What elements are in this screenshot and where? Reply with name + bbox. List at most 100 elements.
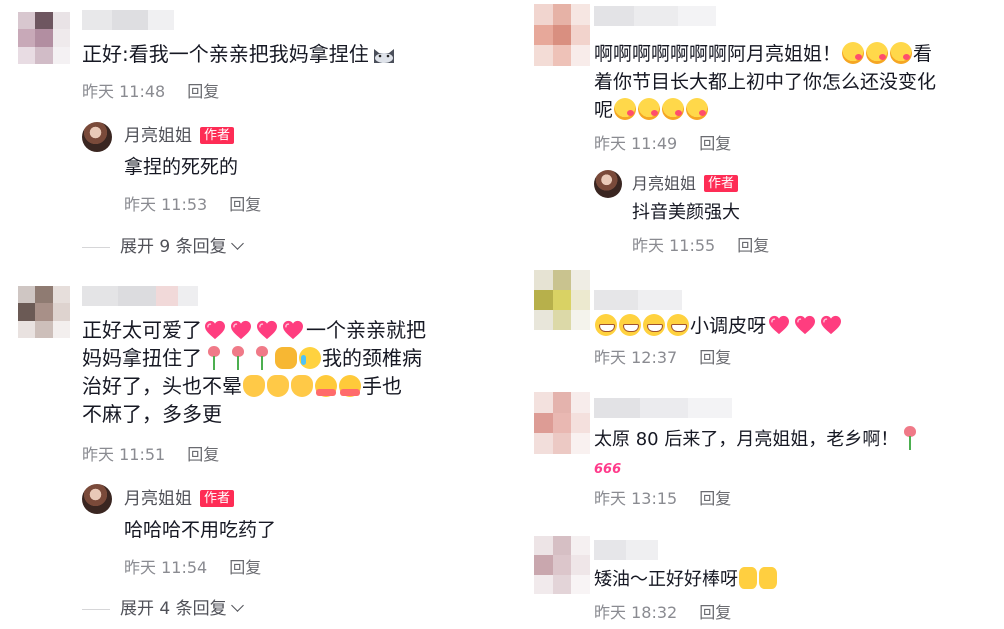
author-name[interactable]: 月亮姐姐 作者: [124, 488, 235, 510]
666-emoji-icon: 666: [594, 462, 622, 477]
timestamp: 昨天 12:37: [594, 348, 678, 367]
author-badge: 作者: [200, 127, 235, 144]
cat-emoji-icon: [373, 49, 394, 63]
divider: [82, 608, 110, 610]
laugh-emoji-icon: [339, 375, 361, 397]
expand-replies-button[interactable]: 展开 4 条回复: [82, 598, 244, 620]
reply-button[interactable]: 回复: [699, 603, 731, 622]
avatar[interactable]: [534, 392, 590, 454]
comment-text: 正好:看我一个亲亲把我妈拿捏住: [82, 40, 397, 68]
avatar[interactable]: [534, 270, 590, 330]
comment-item: 矮油～正好好棒呀 昨天 18:32 回复: [502, 530, 1004, 629]
kiss-emoji-icon: [866, 42, 889, 64]
clap-emoji-icon: [243, 375, 265, 397]
chevron-down-icon: [230, 237, 244, 250]
kiss-emoji-icon: [662, 98, 685, 120]
reply-text: 拿捏的死死的: [124, 156, 239, 178]
username-blurred[interactable]: [82, 286, 198, 306]
timestamp: 昨天 11:49: [594, 134, 678, 153]
comment-meta: 昨天 11:49 回复: [594, 134, 731, 154]
comment-meta: 昨天 18:32 回复: [594, 603, 731, 623]
reply-text: 抖音美颜强大: [632, 202, 740, 223]
comment-item: 正好太可爱了 一个亲亲就把 妈妈拿扭住了 我的颈椎病 治好了，头也不晕 手也 不麻了，…: [0, 276, 502, 629]
comment-meta: 昨天 12:37 回复: [594, 348, 731, 368]
tears-of-joy-emoji-icon: [299, 347, 321, 369]
username-blurred[interactable]: [82, 10, 174, 30]
grin-emoji-icon: [643, 314, 665, 336]
reply-button[interactable]: 回复: [699, 348, 731, 367]
reply-button[interactable]: 回复: [187, 82, 219, 101]
rose-emoji-icon: [255, 346, 269, 370]
kiss-emoji-icon: [638, 98, 661, 120]
reply-button[interactable]: 回复: [737, 236, 769, 255]
reply-button[interactable]: 回复: [229, 195, 261, 214]
kiss-emoji-icon: [686, 98, 709, 120]
username-blurred[interactable]: [594, 398, 732, 418]
comment-text: 矮油～正好好棒呀: [594, 566, 778, 594]
username-blurred[interactable]: [594, 6, 716, 26]
kiss-emoji-icon: [890, 42, 913, 64]
expand-replies-button[interactable]: 展开 9 条回复: [82, 236, 244, 258]
clap-emoji-icon: [291, 375, 313, 397]
reply-text: 哈哈哈不用吃药了: [124, 519, 277, 541]
fingers-crossed-emoji-icon: [739, 567, 757, 589]
author-badge: 作者: [200, 490, 235, 507]
heart-emoji-icon: [820, 315, 842, 335]
reply-button[interactable]: 回复: [699, 489, 731, 508]
timestamp: 昨天 11:53: [124, 195, 208, 214]
author-name[interactable]: 月亮姐姐 作者: [124, 125, 235, 147]
kiss-emoji-icon: [842, 42, 865, 64]
username-blurred[interactable]: [594, 540, 658, 560]
heart-emoji-icon: [256, 320, 278, 340]
rose-emoji-icon: [207, 346, 221, 370]
avatar[interactable]: [534, 4, 590, 66]
avatar[interactable]: [18, 286, 70, 338]
heart-emoji-icon: [768, 315, 790, 335]
thumbs-up-emoji-icon: [275, 347, 297, 369]
timestamp: 昨天 18:32: [594, 603, 678, 622]
heart-emoji-icon: [794, 315, 816, 335]
kiss-emoji-icon: [614, 98, 637, 120]
comment-item: 太原 80 后来了，月亮姐姐，老乡啊！ 666 昨天 13:15 回复: [502, 390, 1004, 520]
avatar[interactable]: [534, 536, 590, 594]
comment-text: 啊啊啊啊啊啊啊阿月亮姐姐！看 着你节目长大都上初中了你怎么还没变化 呢: [594, 42, 937, 121]
timestamp: 昨天 13:15: [594, 489, 678, 508]
reply-meta: 昨天 11:55 回复: [632, 236, 769, 256]
chevron-down-icon: [230, 599, 244, 612]
heart-emoji-icon: [230, 320, 252, 340]
username-blurred[interactable]: [594, 290, 682, 310]
clap-emoji-icon: [267, 375, 289, 397]
reply-meta: 昨天 11:54 回复: [124, 558, 261, 578]
timestamp: 昨天 11:55: [632, 236, 716, 255]
laugh-emoji-icon: [315, 375, 337, 397]
reply-button[interactable]: 回复: [229, 558, 261, 577]
avatar[interactable]: [18, 12, 70, 64]
grin-emoji-icon: [595, 314, 617, 336]
timestamp: 昨天 11:51: [82, 445, 166, 464]
rose-emoji-icon: [903, 426, 917, 450]
comment-meta: 昨天 11:51 回复: [82, 445, 219, 465]
timestamp: 昨天 11:48: [82, 82, 166, 101]
heart-emoji-icon: [282, 320, 304, 340]
left-column: 正好:看我一个亲亲把我妈拿捏住 昨天 11:48 回复 月亮姐姐 作者 拿捏的死死的…: [0, 0, 502, 629]
grin-emoji-icon: [667, 314, 689, 336]
right-column: 啊啊啊啊啊啊啊阿月亮姐姐！看 着你节目长大都上初中了你怎么还没变化 呢 昨天 1…: [502, 0, 1004, 629]
fingers-crossed-emoji-icon: [759, 567, 777, 589]
rose-emoji-icon: [231, 346, 245, 370]
comment-meta: 昨天 11:48 回复: [82, 82, 219, 102]
comment-item: 小调皮呀 昨天 12:37 回复: [502, 268, 1004, 378]
author-name[interactable]: 月亮姐姐 作者: [632, 173, 739, 195]
heart-emoji-icon: [204, 320, 226, 340]
author-avatar[interactable]: [82, 484, 112, 514]
comment-item: 正好:看我一个亲亲把我妈拿捏住 昨天 11:48 回复 月亮姐姐 作者 拿捏的死死的…: [0, 0, 502, 270]
reply-meta: 昨天 11:53 回复: [124, 195, 261, 215]
author-badge: 作者: [704, 175, 739, 192]
divider: [82, 246, 110, 248]
reply-button[interactable]: 回复: [699, 134, 731, 153]
reply-button[interactable]: 回复: [187, 445, 219, 464]
comment-meta: 昨天 13:15 回复: [594, 489, 731, 509]
comment-text: 正好太可爱了 一个亲亲就把 妈妈拿扭住了 我的颈椎病 治好了，头也不晕 手也 不麻了，…: [82, 318, 426, 426]
timestamp: 昨天 11:54: [124, 558, 208, 577]
author-avatar[interactable]: [594, 170, 622, 198]
author-avatar[interactable]: [82, 122, 112, 152]
